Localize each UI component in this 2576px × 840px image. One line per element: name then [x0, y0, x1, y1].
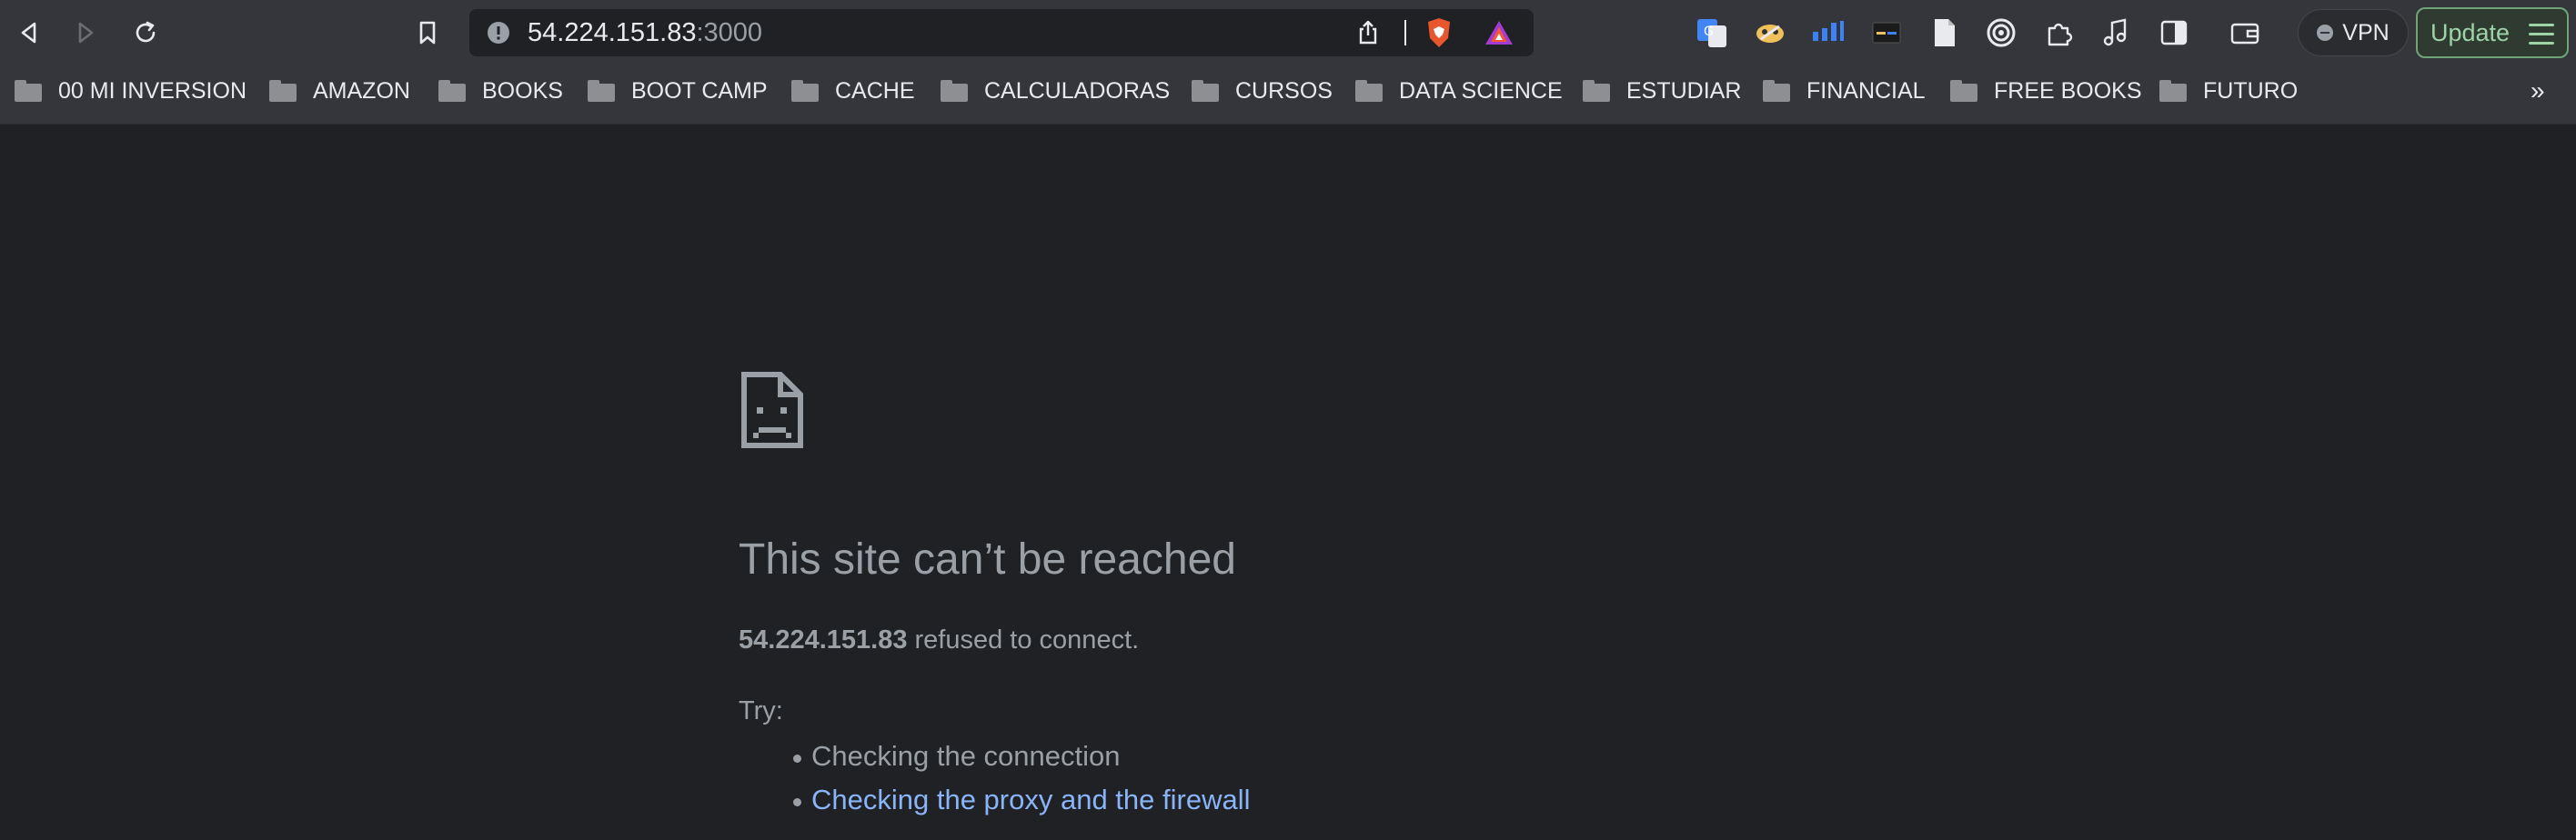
brave-shields-icon[interactable]: [1423, 16, 1455, 49]
try-label: Try:: [739, 696, 783, 725]
divider: [1404, 20, 1406, 45]
extension-target-icon[interactable]: [1983, 15, 2019, 51]
bookmark-label: DATA SCIENCE: [1399, 77, 1563, 104]
bookmark-folder[interactable]: BOOT CAMP: [588, 65, 768, 116]
folder-icon: [438, 80, 466, 102]
bookmark-folder[interactable]: FUTURO: [2159, 65, 2298, 116]
bookmark-label: FREE BOOKS: [1994, 77, 2142, 104]
music-note-icon[interactable]: [2098, 15, 2134, 51]
bookmark-folder[interactable]: AMAZON: [269, 65, 410, 116]
bookmark-folder[interactable]: CALCULADORAS: [941, 65, 1170, 116]
extension-creature-icon[interactable]: [1752, 15, 1788, 51]
bookmark-label: AMAZON: [313, 77, 410, 104]
sad-document-icon: [739, 371, 806, 455]
reload-button[interactable]: [126, 13, 166, 53]
folder-icon: [1950, 80, 1977, 102]
folder-icon: [791, 80, 819, 102]
folder-icon: [1192, 80, 1219, 102]
extensions-puzzle-icon[interactable]: [2041, 15, 2078, 51]
bookmark-label: CACHE: [835, 77, 915, 104]
vpn-label: VPN: [2342, 19, 2390, 45]
bookmark-folder[interactable]: ESTUDIAR: [1583, 65, 1741, 116]
address-bar[interactable]: 54.224.151.83:3000: [469, 9, 1534, 56]
bookmark-label: CURSOS: [1235, 77, 1333, 104]
bookmark-folder[interactable]: BOOKS: [438, 65, 563, 116]
bookmark-label: CALCULADORAS: [984, 77, 1171, 104]
wallet-icon[interactable]: [2227, 15, 2263, 51]
bookmark-label: BOOKS: [482, 77, 563, 104]
bookmark-icon: [419, 21, 436, 45]
folder-icon: [269, 80, 297, 102]
bookmark-folder[interactable]: CACHE: [791, 65, 915, 116]
share-icon[interactable]: [1352, 16, 1384, 49]
update-button[interactable]: Update: [2416, 7, 2569, 58]
url-text: 54.224.151.83:3000: [528, 9, 762, 56]
bookmark-label: ESTUDIAR: [1626, 77, 1742, 104]
bookmark-folder[interactable]: 00 MI INVERSION: [15, 65, 247, 116]
error-title: This site can’t be reached: [739, 535, 1236, 584]
folder-icon: [1583, 80, 1610, 102]
bookmark-folder[interactable]: FREE BOOKS: [1950, 65, 2142, 116]
vpn-status-icon: [2317, 25, 2334, 41]
bookmark-label: BOOT CAMP: [631, 77, 768, 104]
forward-button[interactable]: [65, 13, 106, 53]
google-translate-icon[interactable]: G: [1694, 15, 1730, 51]
bookmarks-overflow-button[interactable]: »: [2531, 76, 2545, 105]
back-icon: [21, 22, 36, 44]
error-message-text: refused to connect.: [907, 625, 1140, 655]
folder-icon: [588, 80, 615, 102]
browser-toolbar: 54.224.151.83:3000 G VPN Update: [0, 0, 2576, 65]
extension-bars-icon[interactable]: [1810, 15, 1846, 51]
folder-icon: [15, 80, 42, 102]
extension-terminal-icon[interactable]: [1868, 15, 1905, 51]
error-message: 54.224.151.83 refused to connect.: [739, 625, 1139, 655]
forward-icon: [78, 22, 94, 44]
folder-icon: [1763, 80, 1790, 102]
bookmark-label: FINANCIAL: [1806, 77, 1926, 104]
extension-document-icon[interactable]: [1927, 15, 1963, 51]
bookmark-label: FUTURO: [2203, 77, 2299, 104]
reload-icon: [136, 21, 156, 43]
site-info-icon[interactable]: [482, 16, 515, 49]
folder-icon: [2159, 80, 2187, 102]
url-host: 54.224.151.83: [528, 18, 697, 47]
update-label: Update: [2430, 18, 2511, 46]
sidebar-toggle-icon[interactable]: [2156, 15, 2192, 51]
bookmarks-bar: 00 MI INVERSION AMAZON BOOKS BOOT CAMP C…: [0, 65, 2576, 125]
svg-text:G: G: [1704, 25, 1714, 39]
brave-rewards-icon[interactable]: [1483, 16, 1515, 49]
suggestion-link-proxy-firewall[interactable]: Checking the proxy and the firewall: [792, 784, 1250, 816]
folder-icon: [941, 80, 968, 102]
error-host: 54.224.151.83: [739, 625, 908, 655]
folder-icon: [1355, 80, 1383, 102]
suggestion-item: Checking the connection: [793, 740, 1121, 772]
menu-icon: [2529, 24, 2554, 51]
vpn-button[interactable]: VPN: [2298, 9, 2409, 56]
bookmark-page-button[interactable]: [408, 13, 448, 53]
back-button[interactable]: [9, 13, 49, 53]
bookmark-folder[interactable]: FINANCIAL: [1763, 65, 1926, 116]
bookmark-label: 00 MI INVERSION: [58, 77, 247, 104]
bookmark-folder[interactable]: CURSOS: [1192, 65, 1333, 116]
url-port: :3000: [696, 18, 763, 47]
bookmark-folder[interactable]: DATA SCIENCE: [1355, 65, 1563, 116]
